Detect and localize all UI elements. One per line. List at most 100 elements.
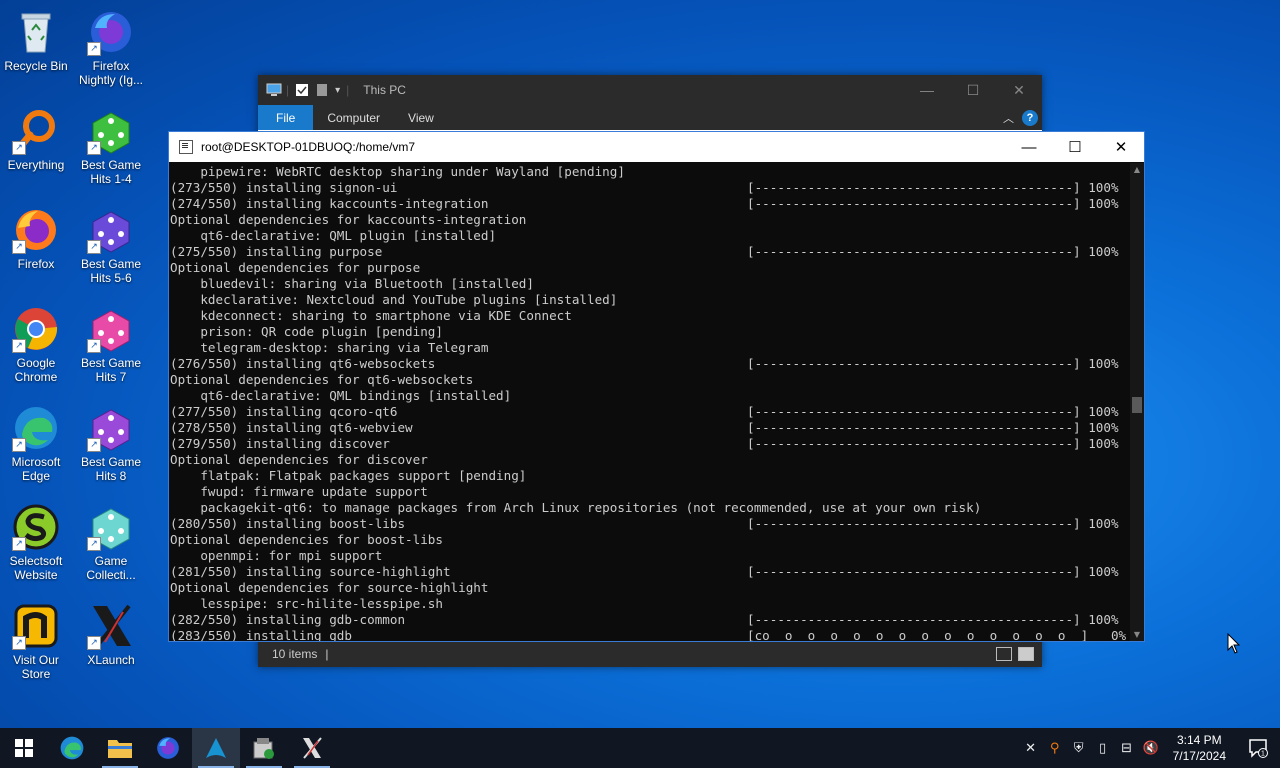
visit-our-store-shortcut[interactable]: ↗ Visit Our Store — [0, 602, 72, 681]
start-button[interactable] — [0, 728, 48, 768]
help-icon[interactable]: ? — [1022, 109, 1038, 126]
divider: | — [346, 83, 350, 97]
terminal-line: Optional dependencies for qt6-websockets — [170, 372, 1130, 388]
game-collection-shortcut[interactable]: ↗ Game Collecti... — [75, 503, 147, 582]
terminal-line-text: (282/550) installing gdb-common — [170, 612, 406, 627]
terminal-output[interactable]: pipewire: WebRTC desktop sharing under W… — [169, 163, 1130, 641]
best-game-hits-5-6-shortcut[interactable]: ↗ Best Game Hits 5-6 — [75, 206, 147, 285]
terminal-line: Optional dependencies for boost-libs — [170, 532, 1130, 548]
tab-file[interactable]: File — [258, 105, 314, 130]
best-game-hits-7-shortcut[interactable]: ↗ Best Game Hits 7 — [75, 305, 147, 384]
terminal-line: (281/550) installing source-highlight [--… — [170, 564, 1130, 580]
taskbar-xlaunch-button[interactable] — [288, 728, 336, 768]
terminal-line-text: telegram-desktop: sharing via Telegram — [170, 340, 489, 355]
progress-bar-text: [---------------------------------------… — [747, 356, 1119, 371]
details-view-icon[interactable] — [996, 647, 1012, 661]
minimize-button[interactable]: — — [1006, 132, 1052, 162]
terminal-line-text: lesspipe: src-hilite-lesspipe.sh — [170, 596, 443, 611]
large-icons-view-icon[interactable] — [1018, 647, 1034, 661]
icon-label: Firefox — [17, 257, 55, 271]
close-button[interactable]: ✕ — [1098, 132, 1144, 162]
firefox-icon: ↗ — [12, 206, 60, 254]
terminal-window[interactable]: root@DESKTOP-01DBUOQ:/home/vm7 — ☐ ✕ pip… — [168, 131, 1145, 642]
terminal-line-text: Optional dependencies for qt6-websockets — [170, 372, 474, 387]
icon-label: Microsoft Edge — [11, 455, 61, 483]
tray-xlaunch-icon[interactable]: ✕ — [1019, 728, 1043, 768]
installer-icon — [253, 738, 274, 759]
microsoft-edge-shortcut[interactable]: ↗ Microsoft Edge — [0, 404, 72, 483]
best-game-hits-8-shortcut[interactable]: ↗ Best Game Hits 8 — [75, 404, 147, 483]
taskbar-installer-button[interactable] — [240, 728, 288, 768]
clock[interactable]: 3:14 PM 7/17/2024 — [1163, 732, 1236, 764]
recycle-bin-shortcut[interactable]: Recycle Bin — [0, 8, 72, 73]
icon-label: Firefox Nightly (Ig... — [78, 59, 144, 87]
tray-usb-icon[interactable]: ▯ — [1091, 728, 1115, 768]
maximize-button[interactable]: ☐ — [1052, 132, 1098, 162]
close-button[interactable]: ✕ — [996, 75, 1042, 105]
progress-bar-text: [---------------------------------------… — [747, 404, 1119, 419]
explorer-title-bar[interactable]: | ▾ | This PC — ☐ ✕ — [258, 75, 1042, 105]
firefox-nightly-shortcut[interactable]: ↗ Firefox Nightly (Ig... — [75, 8, 147, 87]
item-count: 10 items — [272, 647, 318, 661]
progress-bar-text: [---------------------------------------… — [747, 196, 1119, 211]
terminal-line: Optional dependencies for discover — [170, 452, 1130, 468]
expand-ribbon-icon[interactable]: ︿ — [1003, 110, 1014, 126]
terminal-line: Optional dependencies for purpose — [170, 260, 1130, 276]
progress-bar-text: [co o o o o o o o o o o o o o ] 0% — [747, 628, 1127, 641]
tray-network-icon[interactable]: ⊟ — [1115, 728, 1139, 768]
terminal-line-text: (283/550) installing gdb — [170, 628, 352, 641]
scroll-up-icon[interactable]: ▲ — [1130, 165, 1144, 174]
terminal-line-text: flatpak: Flatpak packages support [pendi… — [170, 468, 527, 483]
terminal-line-text: prison: QR code plugin [pending] — [170, 324, 443, 339]
best-game-hits-1-4-shortcut[interactable]: ↗ Best Game Hits 1-4 — [75, 107, 147, 186]
tab-computer[interactable]: Computer — [313, 105, 394, 130]
notification-count: 1 — [1261, 751, 1265, 758]
terminal-title-bar[interactable]: root@DESKTOP-01DBUOQ:/home/vm7 — ☐ ✕ — [169, 132, 1144, 162]
icon-label: Game Collecti... — [86, 554, 136, 582]
clock-date: 7/17/2024 — [1172, 749, 1226, 763]
google-chrome-shortcut[interactable]: ↗ Google Chrome — [0, 305, 72, 384]
notification-center-button[interactable]: 1 — [1236, 728, 1280, 768]
firefox-nightly-icon: ↗ — [87, 8, 135, 56]
minimize-button[interactable]: — — [904, 75, 950, 105]
tray-security-icon[interactable]: ⛨ — [1067, 728, 1091, 768]
terminal-scrollbar[interactable]: ▲ ▼ — [1130, 163, 1144, 641]
xlaunch-icon: ↗ — [87, 602, 135, 650]
maximize-button[interactable]: ☐ — [950, 75, 996, 105]
selectsoft-website-shortcut[interactable]: ↗ Selectsoft Website — [0, 503, 72, 582]
tray-volume-muted-icon[interactable]: 🔇 — [1139, 728, 1163, 768]
scroll-down-icon[interactable]: ▼ — [1130, 630, 1144, 639]
terminal-line-text: (274/550) installing kaccounts-integrati… — [170, 196, 489, 211]
progress-bar-text: [---------------------------------------… — [747, 564, 1119, 579]
system-tray: ✕ ⚲ ⛨ ▯ ⊟ 🔇 3:14 PM 7/17/2024 1 — [1019, 728, 1280, 768]
tray-everything-icon[interactable]: ⚲ — [1043, 728, 1067, 768]
terminal-line: (273/550) installing signon-ui [---------… — [170, 180, 1130, 196]
terminal-line: (283/550) installing gdb [co o o o o o o … — [170, 628, 1130, 641]
taskbar-firefox-nightly-button[interactable] — [144, 728, 192, 768]
everything-shortcut[interactable]: ↗ Everything — [0, 107, 72, 172]
notification-icon: 1 — [1249, 739, 1268, 758]
quick-access-dropdown-icon[interactable]: ▾ — [335, 85, 340, 96]
taskbar-file-explorer-button[interactable] — [96, 728, 144, 768]
new-folder-icon[interactable] — [315, 83, 329, 97]
xlaunch-shortcut[interactable]: ↗ XLaunch — [75, 602, 147, 667]
terminal-line-text: (278/550) installing qt6-webview — [170, 420, 413, 435]
firefox-shortcut[interactable]: ↗ Firefox — [0, 206, 72, 271]
arch-linux-icon — [206, 738, 226, 758]
terminal-line-text: packagekit-qt6: to manage packages from … — [170, 500, 982, 515]
xlaunch-icon — [303, 737, 322, 759]
terminal-line: (279/550) installing discover [----------… — [170, 436, 1130, 452]
taskbar-edge-button[interactable] — [48, 728, 96, 768]
properties-icon[interactable] — [295, 83, 309, 97]
explorer-ribbon-tabs: File Computer View ︿ ? — [258, 105, 1042, 130]
explorer-title: This PC — [363, 83, 406, 97]
terminal-line: fwupd: firmware update support — [170, 484, 1130, 500]
terminal-line-text: pipewire: WebRTC desktop sharing under W… — [170, 164, 625, 179]
icon-label: Recycle Bin — [4, 59, 68, 73]
tab-view[interactable]: View — [394, 105, 448, 130]
dice-icon: ↗ — [87, 305, 135, 353]
taskbar-arch-terminal-button[interactable] — [192, 728, 240, 768]
scrollbar-thumb[interactable] — [1132, 397, 1142, 413]
terminal-line: Optional dependencies for kaccounts-inte… — [170, 212, 1130, 228]
terminal-line: lesspipe: src-hilite-lesspipe.sh — [170, 596, 1130, 612]
